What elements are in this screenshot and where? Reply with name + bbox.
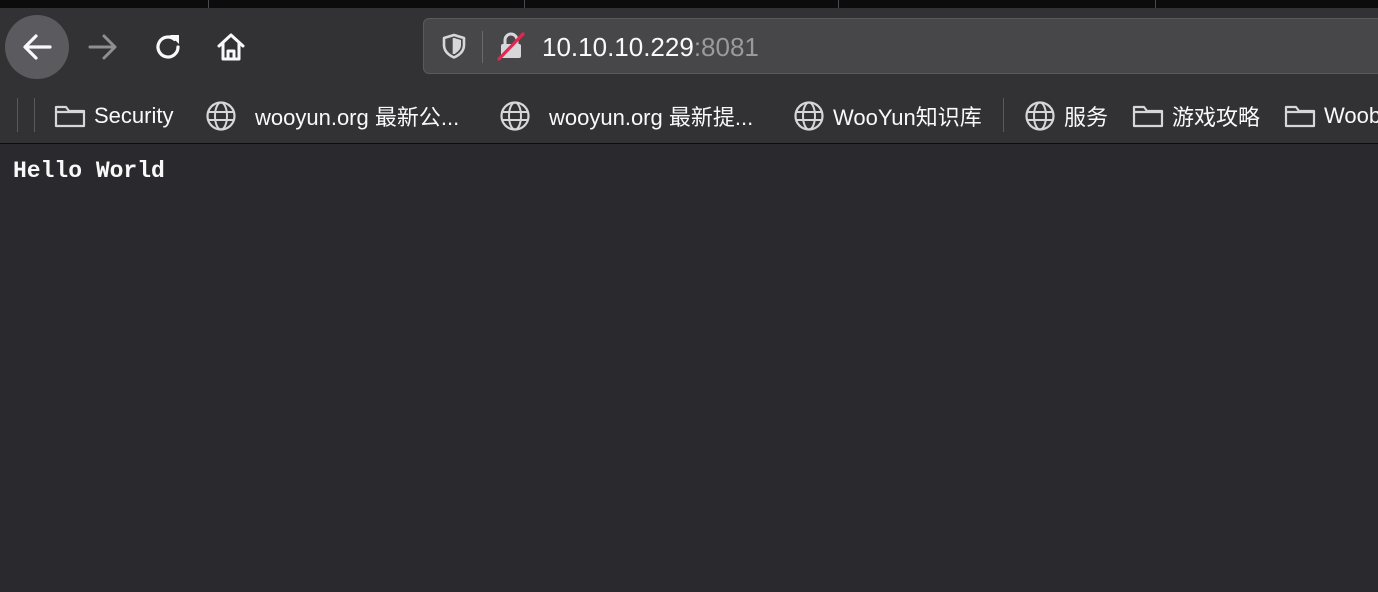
reload-icon: [156, 35, 180, 59]
home-button[interactable]: [208, 24, 254, 70]
bookmark-wooyun-knowledge[interactable]: WooYun知识库: [793, 96, 982, 136]
url-text[interactable]: 10.10.10.229:8081: [542, 31, 759, 63]
bookmark-label: Woob: [1324, 103, 1378, 128]
arrow-right-icon: [88, 34, 117, 60]
bookmark-label: Security: [94, 103, 174, 128]
url-host: 10.10.10.229: [542, 32, 694, 62]
bookmark-label: wooyun.org 最新公...: [255, 105, 460, 130]
globe-icon: [1025, 101, 1055, 131]
url-port: :8081: [693, 32, 759, 62]
forward-button[interactable]: [80, 24, 126, 70]
back-button[interactable]: [5, 15, 69, 79]
bookmarks-toolbar: Security wooyun.org 最新公... wooyun.org 最新…: [0, 88, 1378, 144]
bookmark-security[interactable]: Security: [54, 96, 173, 136]
tab-separator: [838, 0, 839, 8]
bookmark-label: 服务: [1064, 105, 1109, 130]
shield-icon[interactable]: [440, 32, 468, 60]
bookmark-label: wooyun.org 最新提...: [549, 105, 754, 130]
globe-icon: [500, 101, 530, 131]
navigation-toolbar: 10.10.10.229:8081: [0, 8, 1378, 88]
insecure-lock-icon[interactable]: [496, 31, 526, 61]
urlbar-divider: [482, 31, 483, 63]
bookmark-separator: [34, 98, 35, 132]
bookmark-label: 游戏攻略: [1172, 105, 1261, 130]
page-content: Hello World: [0, 144, 1378, 592]
address-bar[interactable]: 10.10.10.229:8081: [423, 18, 1378, 74]
home-icon: [217, 33, 245, 61]
tab-separator: [208, 0, 209, 8]
tab-separator: [524, 0, 525, 8]
bookmark-separator: [17, 98, 18, 132]
folder-icon: [54, 105, 86, 128]
bookmark-wooyun-submit[interactable]: wooyun.org 最新提...: [499, 96, 753, 136]
arrow-left-icon: [23, 34, 52, 60]
tab-strip: [0, 0, 1378, 8]
bookmark-services[interactable]: 服务: [1024, 96, 1108, 136]
tab-separator: [1155, 0, 1156, 8]
bookmark-game-guides[interactable]: 游戏攻略: [1132, 96, 1260, 136]
bookmark-separator: [1003, 98, 1004, 132]
folder-icon: [1284, 105, 1316, 128]
bookmark-label: WooYun知识库: [833, 105, 982, 130]
bookmark-woob[interactable]: Woob: [1284, 96, 1378, 136]
globe-icon: [794, 101, 824, 131]
folder-icon: [1132, 105, 1164, 128]
globe-icon: [206, 101, 236, 131]
bookmark-wooyun-public[interactable]: wooyun.org 最新公...: [205, 96, 459, 136]
page-text: Hello World: [13, 158, 165, 184]
reload-button[interactable]: [145, 24, 191, 70]
